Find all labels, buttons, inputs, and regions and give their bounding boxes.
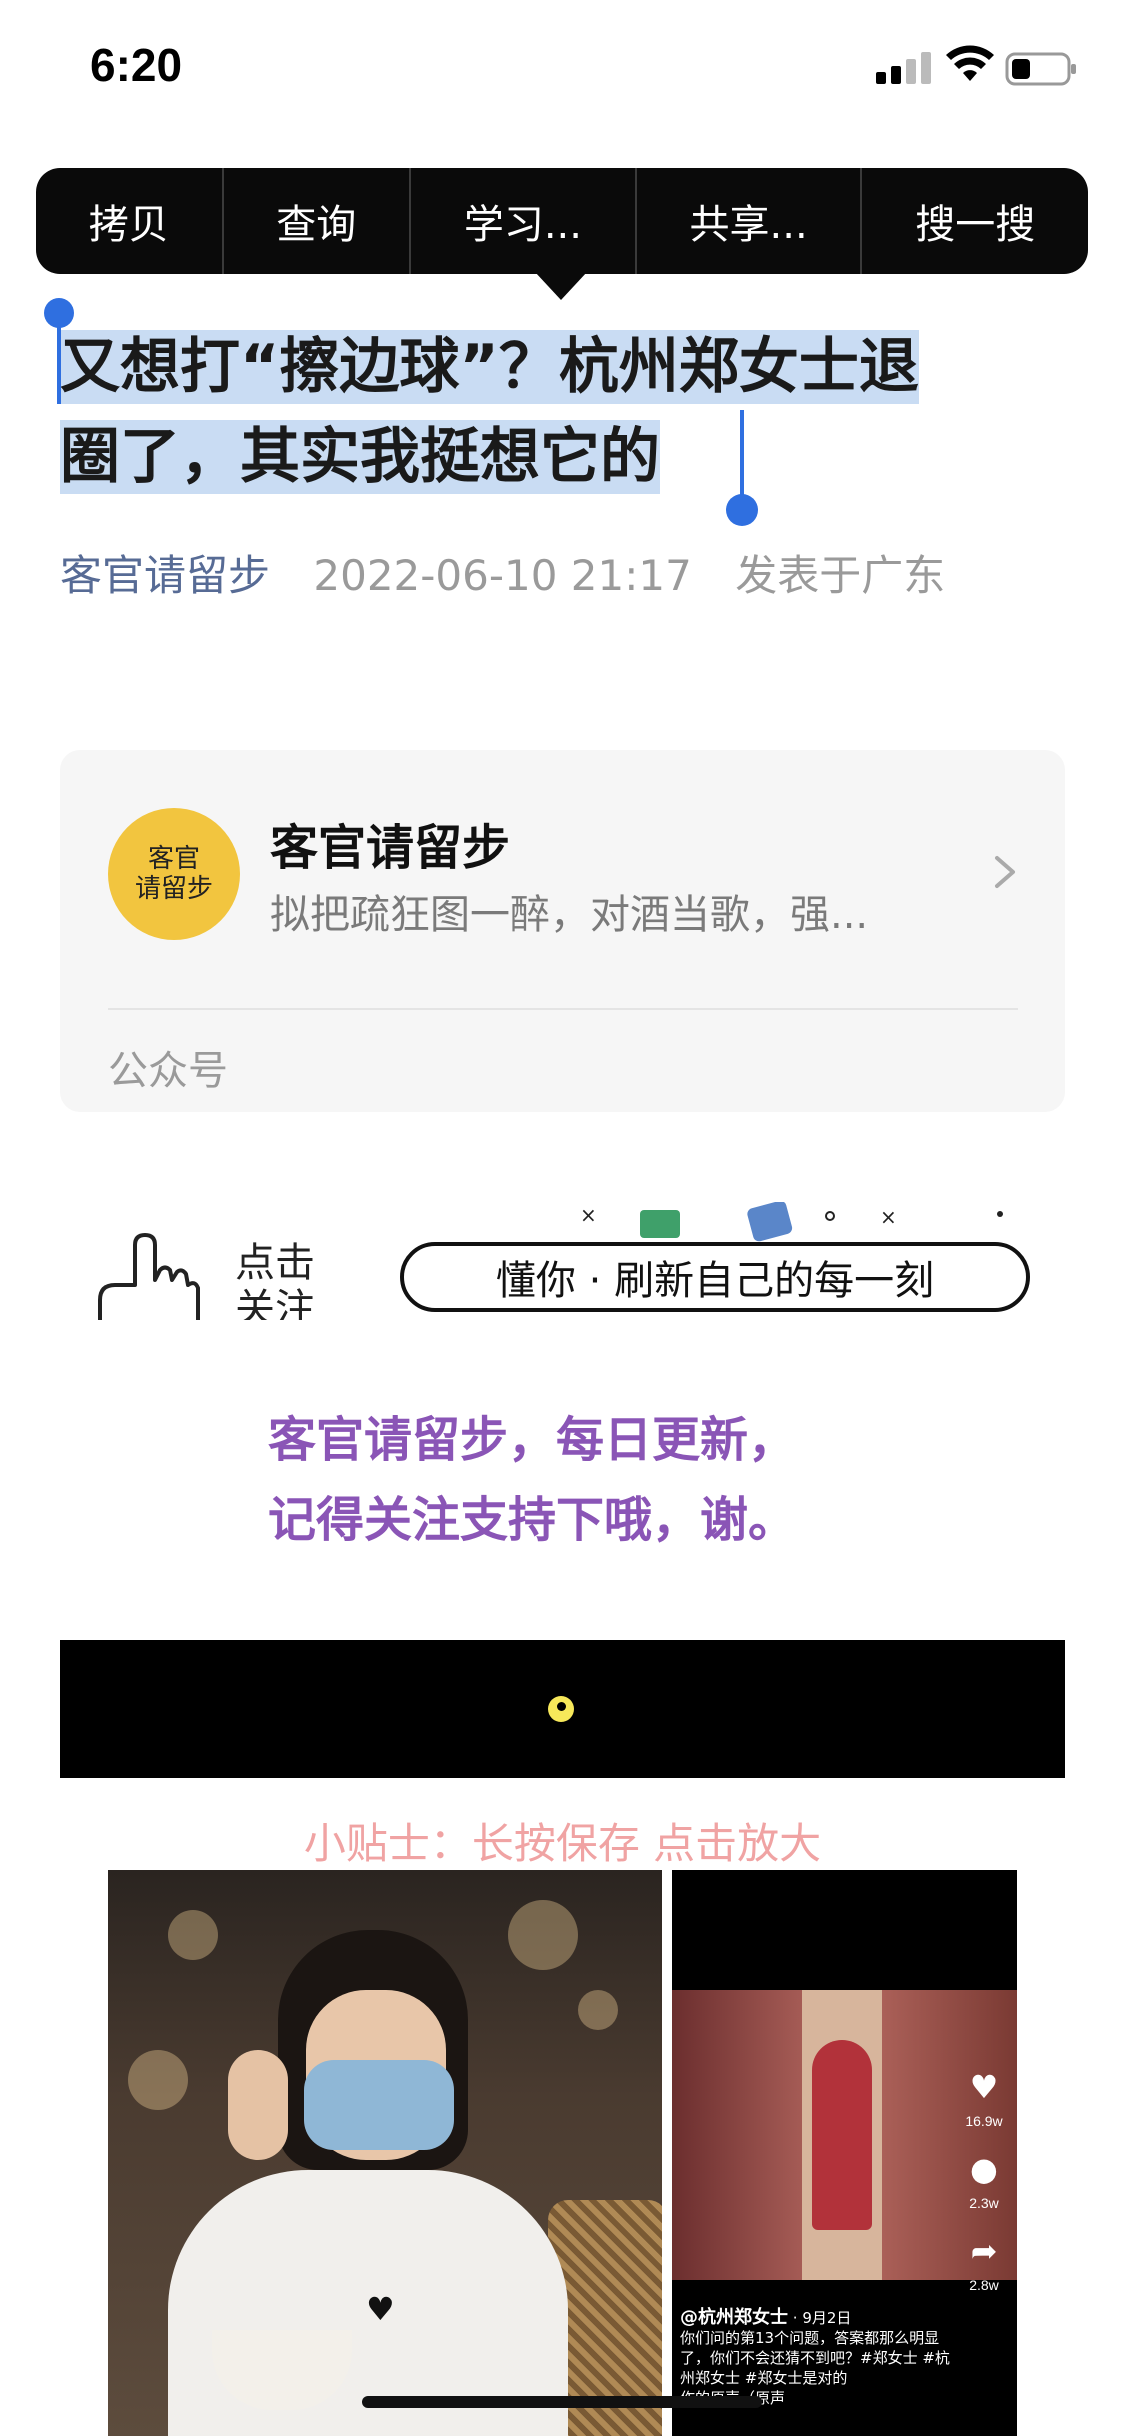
author-link[interactable]: 客官请留步 (60, 551, 270, 600)
comment-count: 2.3w (969, 2195, 999, 2211)
share-count: 2.8w (969, 2277, 999, 2293)
avatar-text-line2: 请留步 (134, 874, 213, 904)
account-description: 拟把疏狂图一醉，对酒当歌，强... (270, 892, 869, 938)
article-title[interactable]: 又想打“擦边球”？杭州郑女士退 圈了，其实我挺想它的 (60, 322, 1065, 502)
photo-video-screenshot[interactable]: ♥ 16.9w ● 2.3w ➦ 2.8w @杭州郑女士 · 9月2日 你们问的第13… (672, 1870, 1017, 2436)
share-icon: ➦ 2.8w (969, 2234, 999, 2302)
heart-icon: ♥ (366, 2290, 395, 2328)
text-selection-menu: 拷贝 查询 学习... 共享... 搜一搜 (36, 168, 1088, 274)
battery-icon (1005, 52, 1076, 86)
comment-icon: ● 2.3w (969, 2152, 999, 2220)
menu-item-search[interactable]: 搜一搜 (862, 168, 1088, 274)
person-hand (228, 2050, 288, 2160)
menu-item-copy[interactable]: 拷贝 (36, 168, 224, 274)
account-avatar: 客官 请留步 (108, 808, 240, 940)
account-type: 公众号 (108, 1048, 228, 1094)
banner-click-line2: 关注 (235, 1286, 315, 1320)
wifi-icon (946, 45, 994, 81)
banner-click-text: 点击 关注 (235, 1240, 315, 1320)
account-card[interactable]: 客官 请留步 客官请留步 拟把疏狂图一醉，对酒当歌，强... 公众号 (60, 750, 1065, 1112)
promo-line2: 记得关注支持下哦，谢。 (268, 1492, 797, 1548)
follow-banner[interactable]: 点击 关注 × × 懂你 · 刷新自己的每一刻 (60, 1200, 1065, 1320)
photo-woman-with-mask[interactable]: ♥ (108, 1870, 662, 2436)
menu-item-learn[interactable]: 学习... (411, 168, 637, 274)
like-count: 16.9w (965, 2113, 1003, 2129)
selection-end-handle[interactable] (726, 494, 758, 526)
pointing-hand-icon (98, 1233, 200, 1320)
article-title-line2: 圈了，其实我挺想它的 (60, 420, 660, 494)
video-actions: ♥ 16.9w ● 2.3w ➦ 2.8w (959, 2070, 1009, 2302)
publish-date: 2022-06-10 21:17 (313, 551, 692, 600)
status-bar: 6:20 (0, 0, 1125, 140)
account-name: 客官请留步 (270, 820, 511, 876)
publish-location: 发表于广东 (735, 551, 946, 600)
banner-slogan: 懂你 · 刷新自己的每一刻 (400, 1242, 1030, 1312)
home-indicator[interactable] (362, 2396, 762, 2408)
video-caption: @杭州郑女士 · 9月2日 你们问的第13个问题，答案都那么明显了，你们不会还猜… (680, 2308, 950, 2408)
heart-icon: ♥ 16.9w (965, 2070, 1002, 2138)
promo-text: 客官请留步，每日更新， 记得关注支持下哦，谢。 (268, 1400, 796, 1560)
banner-click-line1: 点击 (235, 1240, 315, 1286)
status-time: 6:20 (90, 39, 183, 91)
selection-start-bar (57, 318, 61, 404)
avatar-text-line1: 客官 (147, 844, 200, 874)
selection-start-handle[interactable] (44, 298, 74, 328)
article-meta: 客官请留步 2022-06-10 21:17 发表于广东 (60, 542, 945, 603)
menu-item-share[interactable]: 共享... (637, 168, 863, 274)
tip-text: 小贴士：长按保存 点击放大 (303, 1819, 822, 1868)
promo-line1: 客官请留步，每日更新， (268, 1412, 797, 1468)
article-title-block[interactable]: 又想打“擦边球”？杭州郑女士退 圈了，其实我挺想它的 (60, 322, 1065, 502)
video-handle: @杭州郑女士 (680, 2307, 788, 2328)
banner-decoration: × × (580, 1202, 1003, 1242)
selection-end-bar (740, 410, 744, 500)
card-divider (108, 1008, 1018, 1010)
black-divider-image (60, 1640, 1065, 1778)
video-date: · 9月2日 (792, 2309, 852, 2327)
svg-text:×: × (580, 1203, 597, 1227)
face-mask (304, 2060, 454, 2150)
menu-item-lookup[interactable]: 查询 (224, 168, 412, 274)
loading-dot-icon (548, 1696, 574, 1722)
chevron-right-icon (995, 856, 1015, 888)
signal-icon (876, 50, 934, 84)
video-figure (812, 2040, 872, 2230)
menu-pointer-arrow (535, 272, 587, 300)
article-title-line1: 又想打“擦边球”？杭州郑女士退 (60, 330, 919, 404)
svg-text:×: × (880, 1205, 897, 1229)
video-caption-text: 你们问的第13个问题，答案都那么明显了，你们不会还猜不到吧？#郑女士 #杭州郑女… (680, 2329, 950, 2387)
